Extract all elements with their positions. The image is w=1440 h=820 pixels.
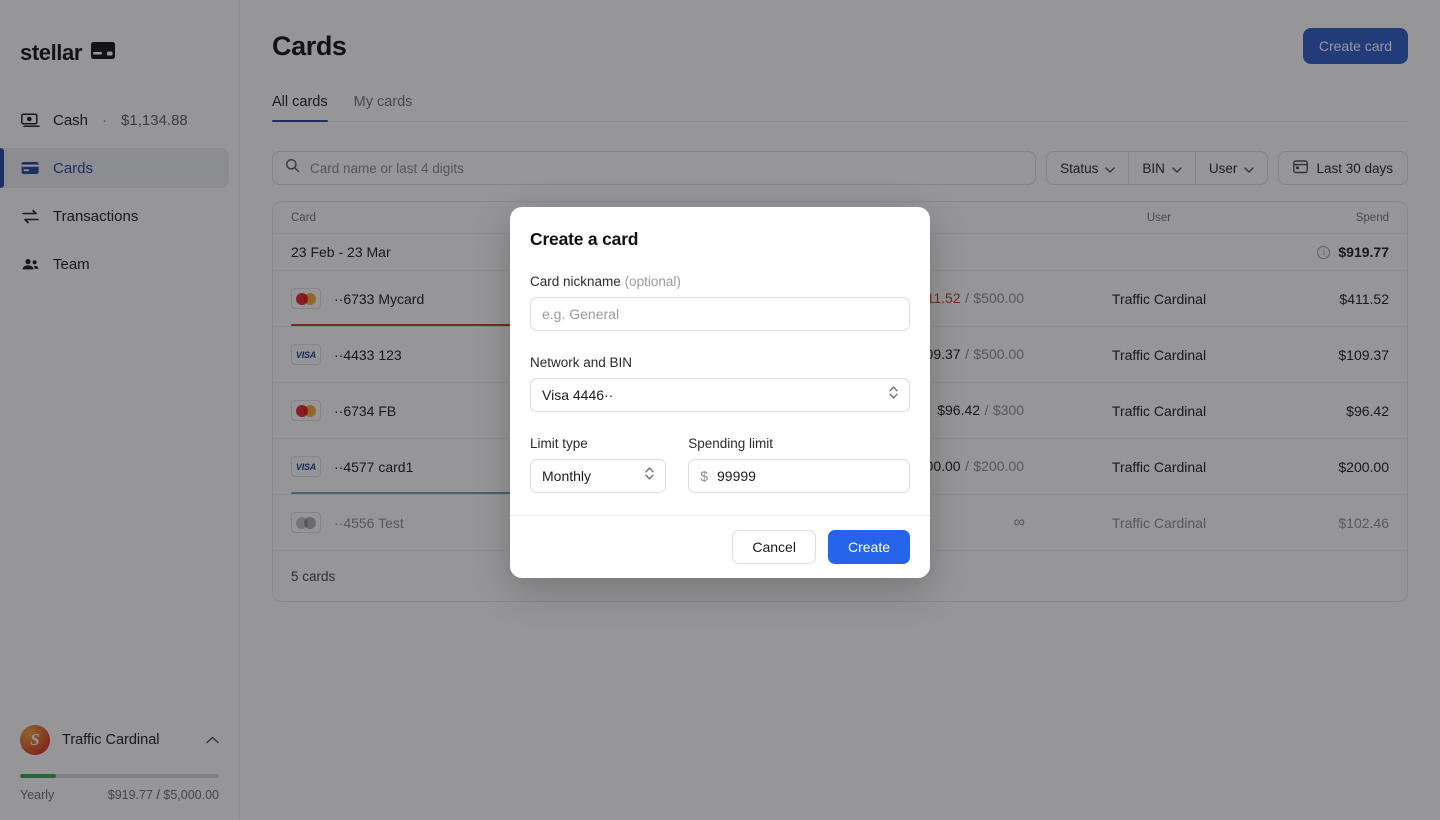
app-root: stellar Cash · $1,134.88 Cards Transacti… [0,0,1440,820]
create-button[interactable]: Create [827,530,910,564]
limit-type-select-wrap: Monthly [530,459,667,493]
select-updown-icon [888,384,899,406]
network-bin-select-wrap: Visa 4446·· [530,378,910,412]
network-bin-select[interactable]: Visa 4446·· [530,378,910,412]
nickname-label-text: Card nickname [530,274,621,289]
limit-fields-row: Limit type Monthly Spending limit $ [530,412,910,493]
limit-type-label: Limit type [530,436,588,451]
currency-symbol: $ [700,468,708,484]
select-updown-icon [644,465,655,487]
create-card-modal: Create a card Card nickname (optional) N… [510,207,930,578]
card-nickname-input[interactable] [530,297,910,331]
limit-type-field: Limit type Monthly [530,412,667,493]
network-bin-label: Network and BIN [530,355,633,370]
cancel-button[interactable]: Cancel [732,530,816,564]
nickname-label: Card nickname (optional) [530,274,910,289]
modal-footer: Cancel Create [510,515,930,578]
spending-limit-input[interactable] [717,468,898,484]
modal-body: Create a card Card nickname (optional) N… [510,207,930,515]
spending-limit-label: Spending limit [688,436,773,451]
modal-title: Create a card [530,229,639,249]
spending-limit-field: Spending limit $ [688,412,910,493]
nickname-optional-text: (optional) [624,274,681,289]
spending-limit-box[interactable]: $ [688,459,910,493]
